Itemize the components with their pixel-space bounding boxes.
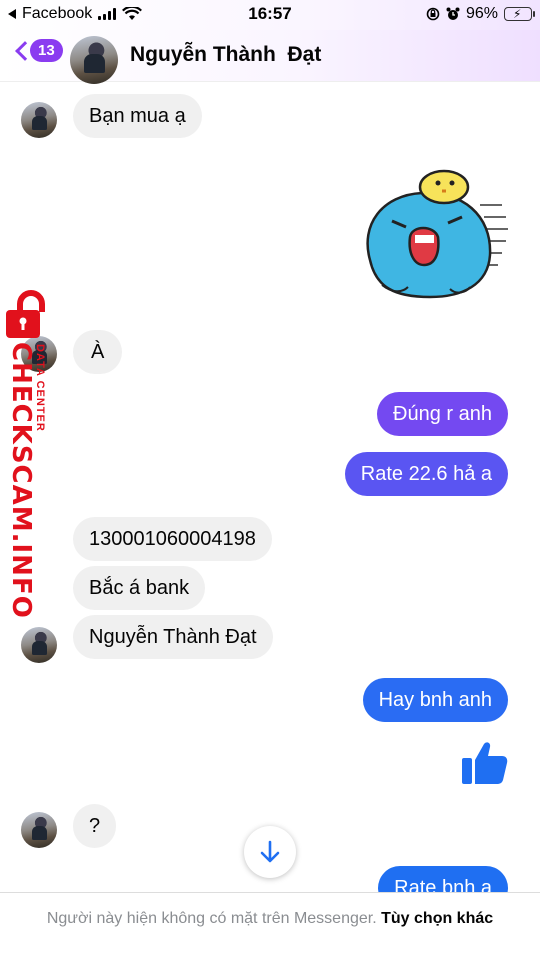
watermark-subtext: DATA CENTER: [34, 344, 46, 432]
watermark-text: CHECKSCAM.INFO: [6, 342, 36, 619]
notice-text: Người này hiện không có mặt trên Messeng…: [46, 910, 377, 927]
battery-percent: 96%: [465, 5, 498, 22]
sender-avatar[interactable]: [21, 812, 57, 848]
sender-avatar[interactable]: [21, 102, 57, 138]
message-bubble-in[interactable]: ?: [73, 804, 117, 848]
message-bubble-out[interactable]: Rate 22.6 hả a: [344, 452, 508, 496]
sticker-message[interactable]: [352, 165, 512, 305]
lock-icon: [6, 290, 45, 338]
orientation-lock-icon: [426, 7, 440, 21]
message-bubble-out[interactable]: Đúng r anh: [377, 392, 508, 436]
arrow-down-icon: [260, 840, 280, 863]
battery-icon: ⚡: [504, 7, 535, 21]
more-options-link[interactable]: Tùy chọn khác: [381, 910, 493, 927]
message-bubble-in[interactable]: Nguyễn Thành Đạt: [73, 615, 273, 659]
alarm-icon: [446, 7, 460, 20]
message-bubble-in[interactable]: 130001060004198: [73, 517, 272, 561]
thumbs-up-icon[interactable]: [460, 740, 508, 786]
back-button[interactable]: 13: [14, 39, 63, 62]
message-bubble-out[interactable]: Hay bnh anh: [362, 678, 508, 722]
message-bubble-in[interactable]: Bạn mua ạ: [73, 94, 202, 138]
chat-header: 13 Nguyễn Thành Đạt: [0, 30, 540, 84]
message-bubble-in[interactable]: Bắc á bank: [73, 566, 206, 610]
sender-avatar[interactable]: [21, 627, 57, 663]
contact-avatar[interactable]: [70, 36, 118, 84]
contact-name[interactable]: Nguyễn Thành Đạt: [130, 43, 321, 67]
message-bubble-in[interactable]: À: [73, 330, 123, 374]
unavailable-notice: Người này hiện không có mặt trên Messeng…: [0, 892, 540, 960]
scroll-to-bottom-button[interactable]: [244, 826, 296, 878]
status-bar: Facebook 16:57 96% ⚡: [0, 0, 540, 30]
